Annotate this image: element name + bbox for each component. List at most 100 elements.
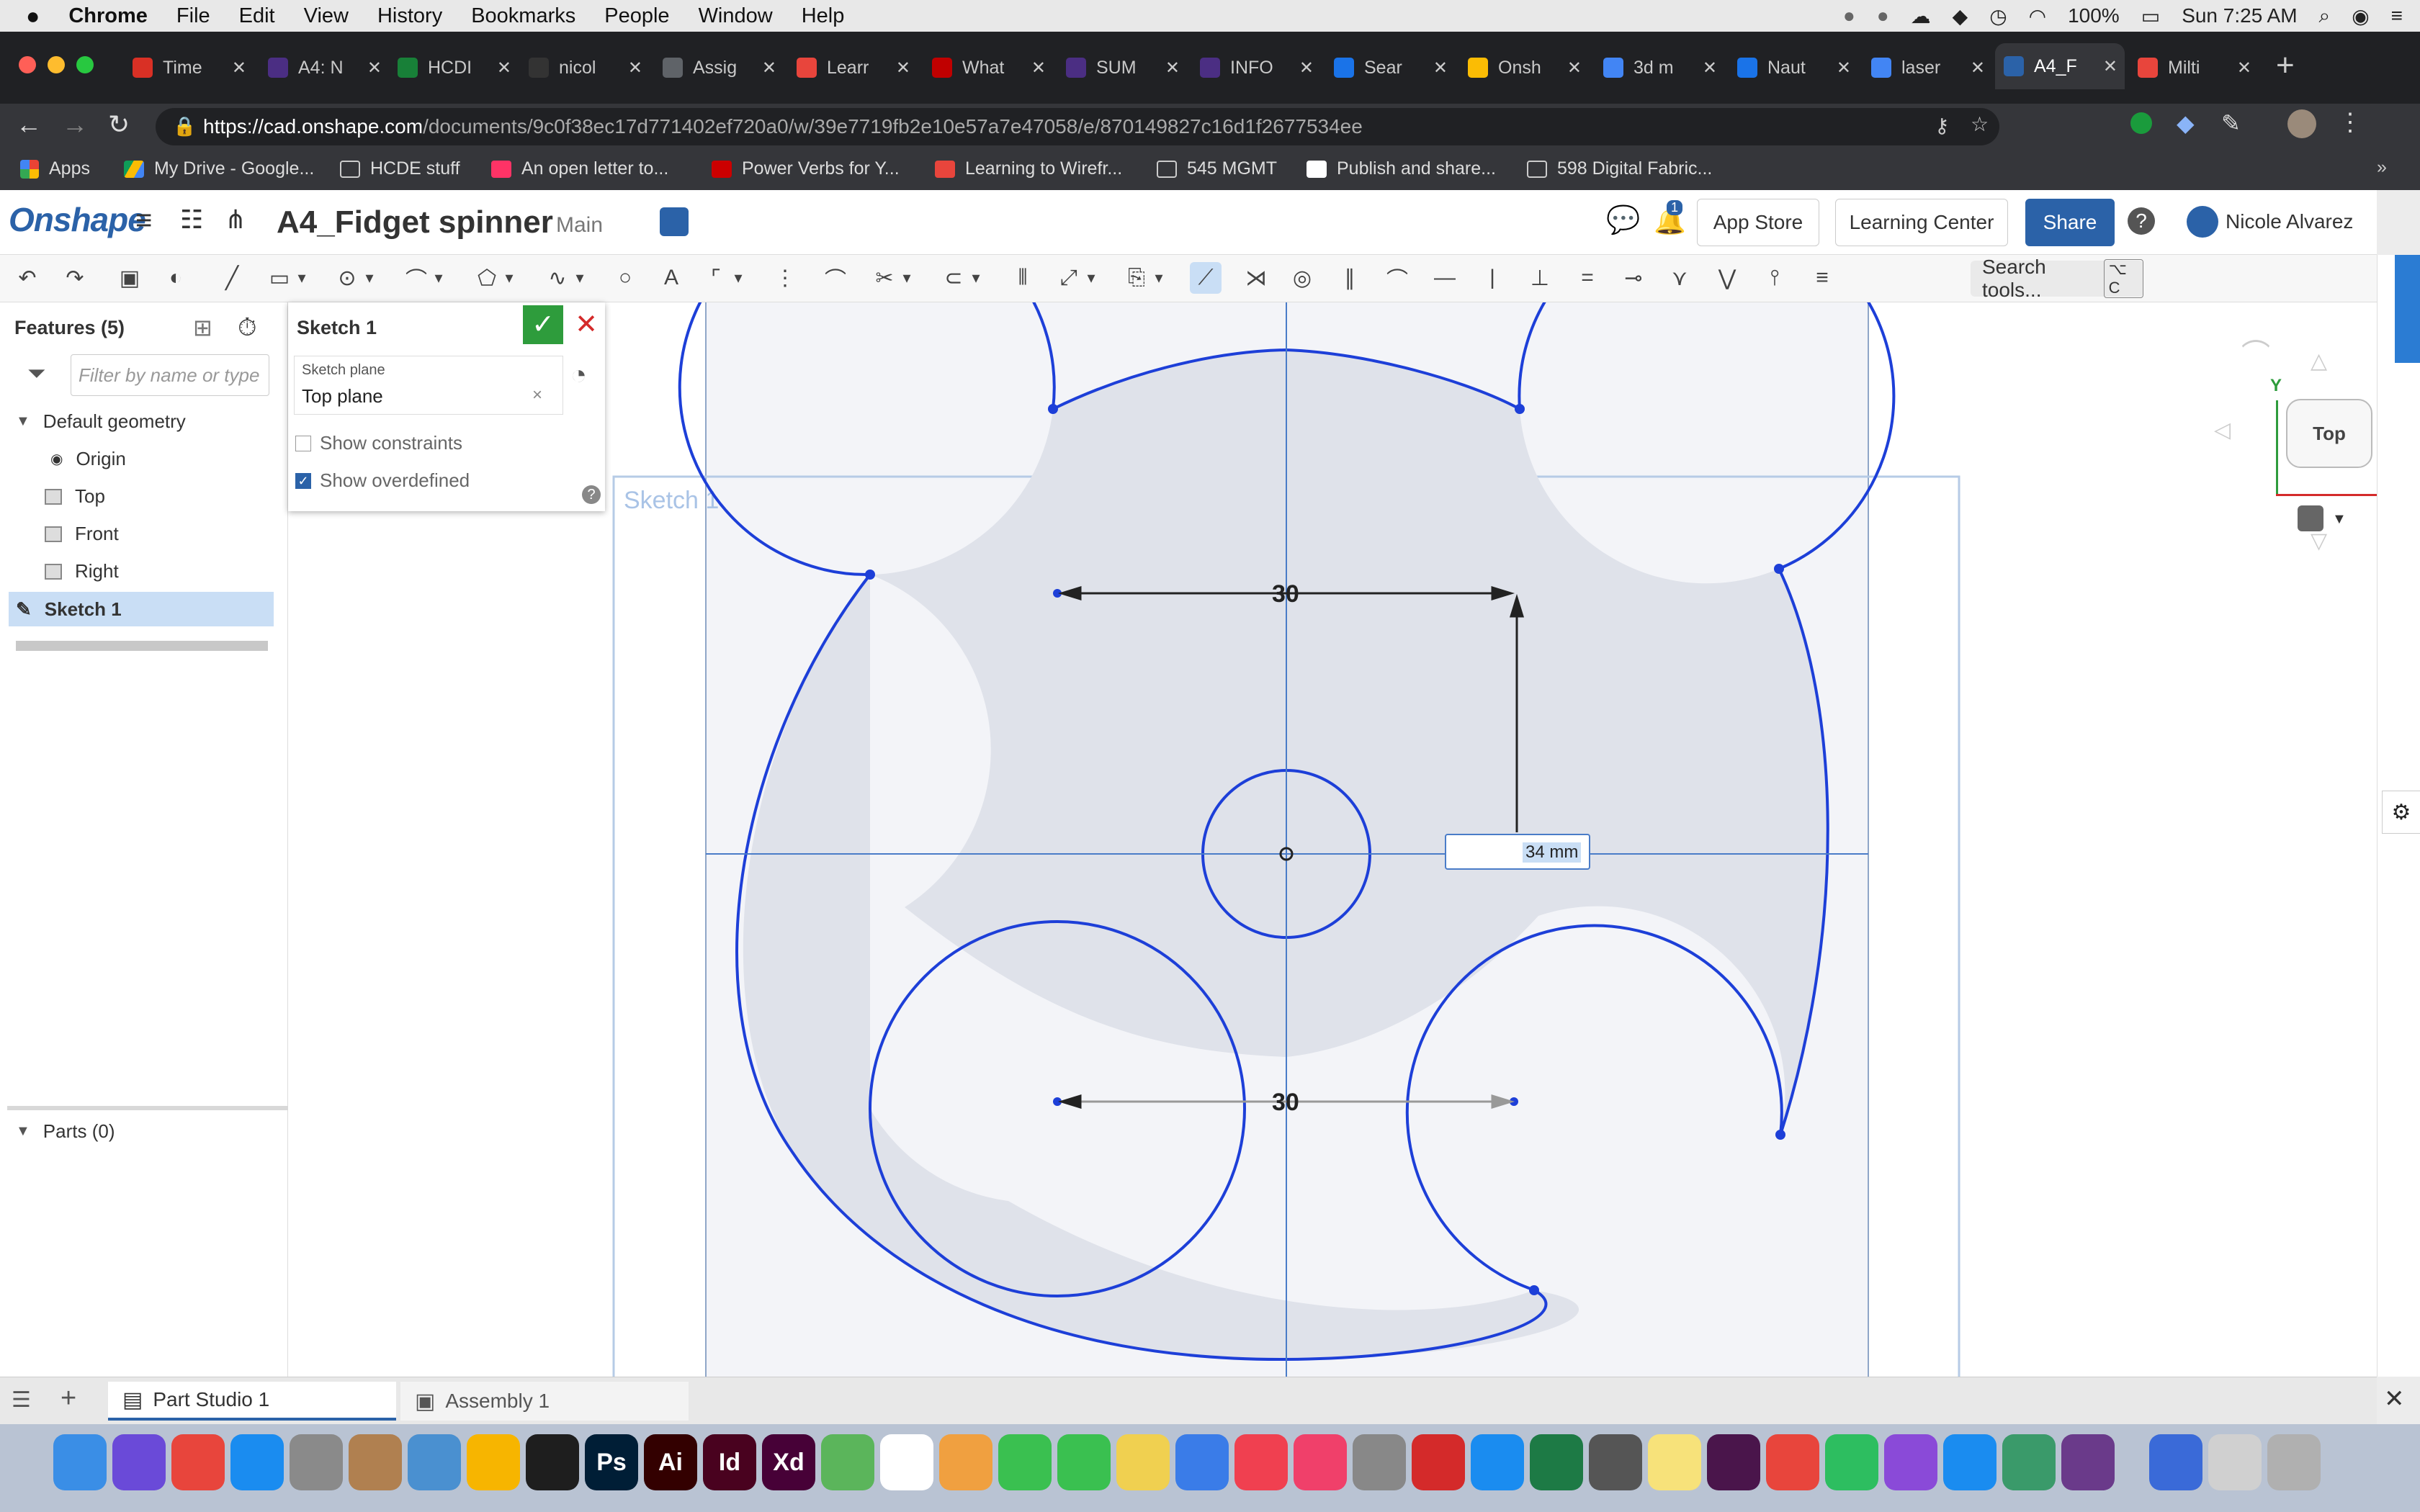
close-tab-icon[interactable]: ✕ — [1567, 58, 1582, 78]
chevron-down-icon[interactable]: ▾ — [1082, 262, 1101, 294]
close-window-icon[interactable] — [19, 56, 36, 73]
tree-default-geometry[interactable]: ▼ Default geometry — [16, 410, 186, 433]
image-capture-icon[interactable] — [2149, 1434, 2202, 1490]
side-panel-tab[interactable] — [2395, 255, 2420, 363]
siri-icon[interactable]: ◉ — [2352, 4, 2369, 28]
browser-tab[interactable]: 3d m ✕ — [1595, 52, 1724, 84]
tree-right-plane[interactable]: Right — [45, 560, 119, 582]
arrow-down-icon[interactable]: ▽ — [2311, 528, 2327, 554]
menu-chrome[interactable]: Chrome — [54, 4, 162, 28]
dimension-value-bottom[interactable]: 30 — [1272, 1089, 1299, 1116]
news-icon[interactable] — [1234, 1434, 1288, 1490]
browser-tab[interactable]: Time ✕ — [124, 52, 254, 84]
browser-tab[interactable]: Learr ✕ — [788, 52, 918, 84]
apple-menu-icon[interactable]: ● — [0, 3, 54, 30]
dimension-input[interactable]: 34 mm — [1445, 834, 1590, 870]
close-tab-icon[interactable]: ✕ — [1703, 58, 1717, 78]
fillet-icon[interactable]: ⌜ — [700, 262, 732, 294]
normal-icon[interactable]: ⋎ — [1664, 262, 1695, 294]
coincident-icon[interactable]: ⋊ — [1240, 262, 1272, 294]
tree-front-plane[interactable]: Front — [45, 523, 119, 545]
circle-icon[interactable]: ⊙ — [331, 262, 363, 294]
concentric-icon[interactable]: ◎ — [1286, 262, 1318, 294]
user-name[interactable]: Nicole Alvarez — [2226, 210, 2353, 233]
chrome-icon[interactable] — [171, 1434, 225, 1490]
convert-icon[interactable]: ◐ — [160, 262, 192, 294]
vertical-icon[interactable]: | — [1476, 262, 1508, 294]
browser-tab[interactable]: Naut ✕ — [1729, 52, 1858, 84]
undo-icon[interactable]: ↶ — [12, 262, 43, 294]
close-tab-icon[interactable]: ✕ — [1299, 58, 1314, 78]
status-dot-icon[interactable]: ● — [1877, 4, 1889, 27]
system-preferences-icon[interactable] — [1353, 1434, 1406, 1490]
tab-list-icon[interactable]: ☰ — [12, 1387, 31, 1413]
close-tab-icon[interactable]: ✕ — [232, 58, 246, 78]
evernote-icon[interactable] — [1825, 1434, 1878, 1490]
sketch-point[interactable] — [1529, 1285, 1539, 1295]
construction-icon[interactable]: ⋮ — [769, 262, 801, 294]
browser-menu-icon[interactable]: ⋮ — [2338, 108, 2362, 137]
panel-divider[interactable] — [7, 1106, 288, 1110]
figma-icon[interactable] — [526, 1434, 579, 1490]
cancel-button[interactable]: ✕ — [570, 305, 602, 344]
finder-icon[interactable] — [53, 1434, 107, 1490]
forward-icon[interactable]: → — [62, 109, 88, 140]
app-store-button[interactable]: App Store — [1697, 199, 1819, 246]
extension-icon[interactable] — [2130, 112, 2152, 134]
sketch-point[interactable] — [865, 570, 875, 580]
browser-tab[interactable]: HCDI ✕ — [389, 52, 519, 84]
siri-icon[interactable] — [112, 1434, 166, 1490]
tree-top-plane[interactable]: Top — [45, 485, 105, 508]
search-tools-input[interactable]: Search tools... ⌥ C — [1971, 256, 2143, 301]
sketch-icon[interactable] — [467, 1434, 520, 1490]
clear-icon[interactable]: × — [532, 385, 542, 405]
creative-cloud-icon[interactable]: ☁ — [1911, 4, 1931, 28]
bookmark-wireframe[interactable]: Learning to Wirefr... — [935, 158, 1122, 179]
transform-icon[interactable]: ⤢ — [1053, 262, 1085, 294]
accept-button[interactable]: ✓ — [523, 305, 563, 344]
tree-parts[interactable]: ▼ Parts (0) — [16, 1120, 115, 1143]
acrobat-icon[interactable] — [1412, 1434, 1465, 1490]
messages-icon[interactable] — [998, 1434, 1052, 1490]
facetime-icon[interactable] — [1057, 1434, 1111, 1490]
rollback-timer-icon[interactable]: ⏱ — [238, 314, 257, 342]
bookmark-app-icon[interactable] — [1766, 1434, 1819, 1490]
tree-origin[interactable]: ◉ Origin — [50, 448, 126, 470]
keynote-icon[interactable] — [1175, 1434, 1229, 1490]
add-tab-icon[interactable]: + — [60, 1383, 76, 1414]
clock[interactable]: Sun 7:25 AM — [2182, 4, 2297, 27]
close-tab-icon[interactable]: ✕ — [2237, 58, 2251, 78]
browser-tab[interactable]: What ✕ — [923, 52, 1053, 84]
browser-tab[interactable]: Assig ✕ — [654, 52, 784, 84]
browser-tab[interactable]: SUM ✕ — [1057, 52, 1187, 84]
close-tab-icon[interactable]: ✕ — [628, 58, 642, 78]
contacts-icon[interactable] — [349, 1434, 402, 1490]
maximize-window-icon[interactable] — [76, 56, 94, 73]
music-icon[interactable] — [1294, 1434, 1347, 1490]
mirror-icon[interactable]: ⫴ — [1007, 262, 1039, 294]
reload-icon[interactable]: ↻ — [108, 109, 130, 140]
version-graph-icon[interactable] — [660, 207, 689, 236]
browser-tab[interactable]: Onsh ✕ — [1459, 52, 1589, 84]
bookmark-power-verbs[interactable]: Power Verbs for Y... — [712, 158, 900, 179]
bookmark-598-digital[interactable]: 598 Digital Fabric... — [1527, 158, 1712, 179]
bookmark-hcde-stuff[interactable]: HCDE stuff — [340, 158, 460, 179]
show-constraints-checkbox[interactable] — [295, 435, 311, 451]
symmetric-icon[interactable]: ⫯ — [1759, 262, 1791, 294]
appearance-panel-icon[interactable]: ⚙ — [2382, 791, 2420, 834]
notes-yellow-icon[interactable] — [1648, 1434, 1701, 1490]
view-normal-icon[interactable]: ◔ — [570, 360, 587, 391]
close-panel-icon[interactable]: ✕ — [2384, 1385, 2405, 1413]
key-icon[interactable]: ⚷ — [1935, 114, 1950, 138]
offset-icon[interactable]: ⊂ — [938, 262, 969, 294]
arc-icon[interactable]: ⌒ — [400, 262, 432, 294]
menu-bookmarks[interactable]: Bookmarks — [457, 4, 590, 28]
rectangle-icon[interactable]: ▭ — [264, 262, 295, 294]
battery-icon[interactable]: ▭ — [2141, 4, 2160, 28]
pierce-icon[interactable]: ⋁ — [1711, 262, 1743, 294]
notes-icon[interactable] — [1116, 1434, 1170, 1490]
close-tab-icon[interactable]: ✕ — [497, 58, 511, 78]
chevron-down-icon[interactable]: ▾ — [570, 262, 589, 294]
illustrator-icon[interactable]: Ai — [644, 1434, 697, 1490]
document-name[interactable]: A4_Fidget spinner — [277, 204, 553, 240]
